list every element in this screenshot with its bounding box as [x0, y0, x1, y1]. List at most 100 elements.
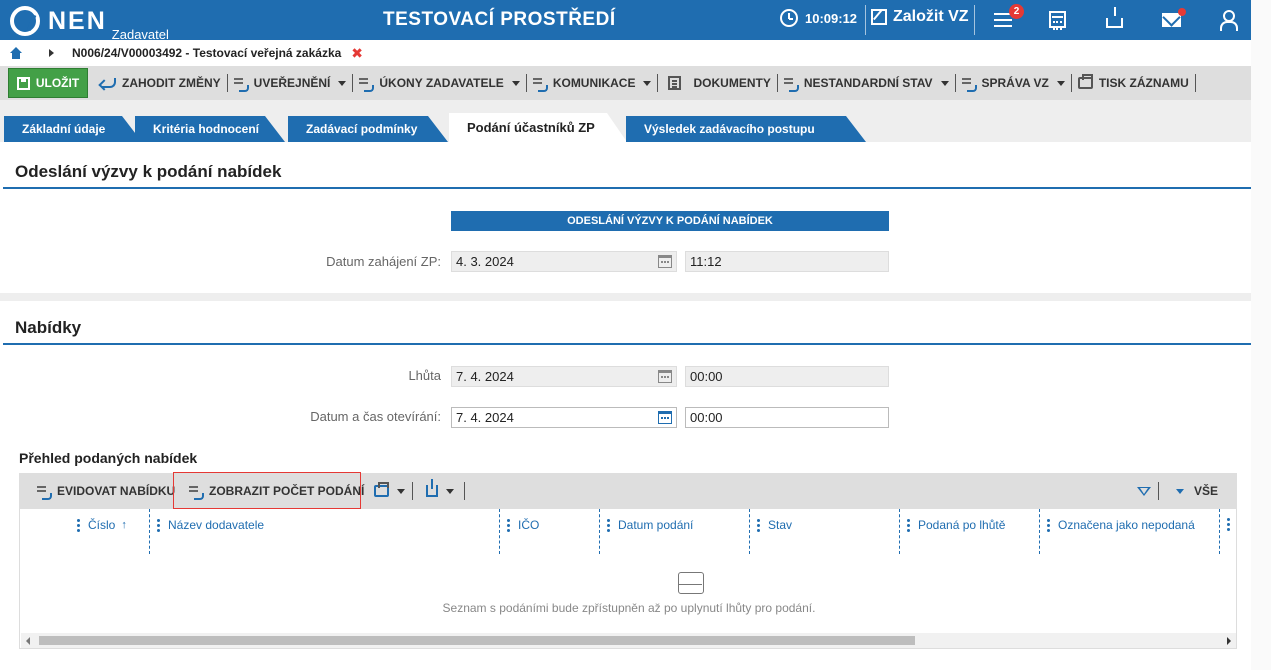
nonstandard-state-menu[interactable]: NESTANDARDNÍ STAV [778, 73, 955, 93]
deadline-date-field: 7. 4. 2024 [451, 366, 677, 387]
actions-label: ÚKONY ZADAVATELE [379, 76, 504, 90]
column-header-ico[interactable]: IČO [507, 518, 539, 532]
list-icon [233, 77, 249, 92]
toolbar-divider [1158, 482, 1159, 500]
save-button[interactable]: ULOŽIT [8, 68, 88, 98]
header-divider [974, 5, 975, 35]
inbox-icon[interactable] [1106, 7, 1123, 28]
column-menu-icon[interactable] [77, 518, 80, 532]
grid-filter-button[interactable] [1137, 484, 1151, 504]
column-menu-icon[interactable] [157, 518, 160, 532]
tab-basic-info[interactable]: Základní údaje [4, 116, 142, 142]
document-icon [668, 76, 682, 90]
column-label: Číslo [88, 518, 116, 532]
column-header-marked-unsubmitted[interactable]: Označena jako nepodaná [1047, 518, 1195, 532]
close-icon[interactable]: ✖ [351, 45, 363, 62]
column-menu-icon[interactable] [607, 518, 610, 532]
logo[interactable]: NEN Zadavatel [10, 4, 169, 42]
column-menu-icon[interactable] [757, 518, 760, 532]
undo-icon [102, 78, 116, 88]
notification-badge: 2 [1009, 4, 1024, 19]
deadline-time-field: 00:00 [685, 366, 889, 387]
environment-title: TESTOVACÍ PROSTŘEDÍ [383, 9, 616, 30]
publish-menu[interactable]: UVEŘEJNĚNÍ [228, 73, 353, 93]
column-label: Podaná po lhůtě [918, 518, 1006, 532]
calendar-icon [658, 370, 672, 383]
user-icon[interactable] [1219, 10, 1238, 31]
caret-down-icon [1056, 80, 1065, 86]
scroll-left-icon[interactable] [26, 637, 30, 645]
invite-panel-title: Odeslání výzvy k podání nabídek [15, 162, 282, 181]
list-icon [961, 77, 977, 92]
tab-procedure-result[interactable]: Výsledek zadávacího postupu [626, 116, 866, 142]
list-icon [37, 485, 52, 500]
actions-menu[interactable]: ÚKONY ZADAVATELE [353, 73, 525, 93]
tab-bar: Základní údaje Kritéria hodnocení Zadáva… [0, 100, 1251, 142]
toolbar-divider [412, 482, 413, 500]
opening-date-input[interactable]: 7. 4. 2024 [451, 407, 677, 428]
offers-grid-title: Přehled podaných nabídek [19, 450, 198, 466]
home-icon[interactable] [9, 47, 23, 59]
column-menu-icon[interactable] [1227, 518, 1230, 531]
caret-down-icon [643, 80, 652, 86]
column-header-number[interactable]: Číslo ↑ [77, 518, 127, 532]
column-header-supplier[interactable]: Název dodavatele [157, 518, 264, 532]
column-header-extra[interactable] [1227, 518, 1238, 531]
horizontal-scrollbar[interactable] [21, 633, 1236, 648]
edit-icon [871, 9, 887, 25]
register-offer-label: EVIDOVAT NABÍDKU [57, 484, 176, 498]
page: NEN Zadavatel TESTOVACÍ PROSTŘEDÍ 10:09:… [0, 0, 1271, 670]
chevron-right-icon [49, 49, 54, 57]
caret-down-icon [397, 488, 405, 494]
empty-state-message: Seznam s podáními bude zpřístupněn až po… [442, 601, 816, 615]
grid-print-menu[interactable] [374, 481, 405, 501]
deadline-label: Lhůta [408, 368, 441, 383]
create-vz-button[interactable]: Založit VZ [871, 8, 969, 26]
save-label: ULOŽIT [35, 76, 80, 90]
tab-evaluation-criteria[interactable]: Kritéria hodnocení [135, 116, 285, 142]
column-label: IČO [518, 518, 540, 532]
communication-menu[interactable]: KOMUNIKACE [527, 73, 658, 93]
top-header: NEN Zadavatel TESTOVACÍ PROSTŘEDÍ 10:09:… [0, 0, 1251, 42]
toolbar-divider [464, 482, 465, 500]
column-menu-icon[interactable] [907, 518, 910, 532]
discard-changes-button[interactable]: ZAHODIT ZMĚNY [96, 73, 227, 93]
save-icon [16, 76, 30, 90]
communication-label: KOMUNIKACE [552, 76, 636, 90]
scrollbar-thumb[interactable] [39, 636, 915, 645]
mail-icon[interactable] [1162, 13, 1181, 27]
calendar-icon [658, 255, 672, 268]
session-clock: 10:09:12 [780, 9, 857, 27]
register-offer-button[interactable]: EVIDOVAT NABÍDKU [37, 481, 175, 501]
documents-button[interactable]: DOKUMENTY [662, 73, 776, 93]
tab-participant-submissions[interactable]: Podání účastníků ZP [449, 113, 627, 142]
publish-label: UVEŘEJNĚNÍ [253, 76, 331, 90]
column-divider [749, 509, 750, 554]
column-header-status[interactable]: Stav [757, 518, 792, 532]
logo-icon [10, 6, 40, 36]
list-icon [532, 77, 548, 92]
scroll-right-icon[interactable] [1227, 637, 1231, 645]
opening-time-input[interactable]: 00:00 [685, 407, 889, 428]
column-label: Stav [768, 518, 793, 532]
column-header-submission-date[interactable]: Datum podání [607, 518, 693, 532]
column-divider [1219, 509, 1220, 554]
grid-export-menu[interactable] [426, 479, 454, 501]
highlight-annotation [173, 472, 361, 509]
invite-subheader: ODESLÁNÍ VÝZVY K PODÁNÍ NABÍDEK [451, 211, 889, 231]
nonstandard-label: NESTANDARDNÍ STAV [803, 76, 933, 90]
column-label: Název dodavatele [168, 518, 265, 532]
print-record-button[interactable]: TISK ZÁZNAMU [1072, 73, 1195, 93]
calendar-icon[interactable] [658, 411, 672, 424]
column-menu-icon[interactable] [507, 518, 510, 532]
breadcrumb-current[interactable]: N006/24/V00003492 - Testovací veřejná za… [72, 46, 341, 60]
calculator-icon[interactable] [1049, 11, 1066, 30]
grid-view-select[interactable]: VŠE [1174, 481, 1218, 501]
main-toolbar: ULOŽIT ZAHODIT ZMĚNY UVEŘEJNĚNÍ ÚKONY ZA… [0, 66, 1251, 100]
column-menu-icon[interactable] [1047, 518, 1050, 532]
documents-label: DOKUMENTY [693, 76, 771, 90]
column-header-late[interactable]: Podaná po lhůtě [907, 518, 1005, 532]
tab-tender-conditions[interactable]: Zadávací podmínky [288, 116, 448, 142]
management-menu[interactable]: SPRÁVA VZ [956, 73, 1071, 93]
panel-separator [0, 293, 1251, 301]
